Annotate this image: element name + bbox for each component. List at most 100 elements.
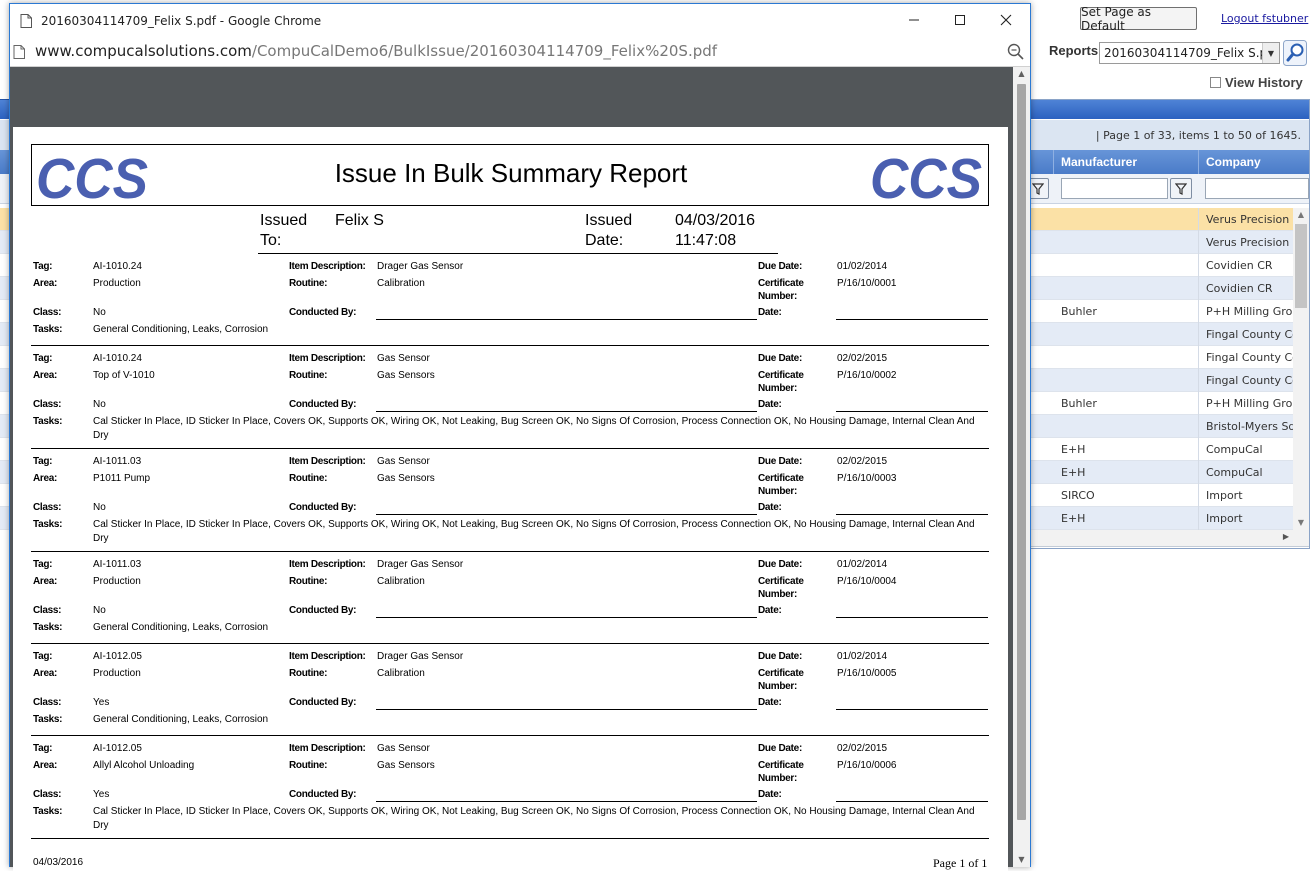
conducted-by-label: Conducted By: [289,307,357,318]
view-history-checkbox[interactable]: View History [1210,75,1303,90]
address-bar[interactable]: www.compucalsolutions.com/CompuCalDemo6/… [10,36,1030,67]
area-value: Production [93,576,141,587]
class-value: Yes [93,789,110,800]
routine-label: Routine: [289,370,328,381]
date-label: Date: [758,502,782,513]
footer-date: 04/03/2016 [33,857,84,868]
certificate-label: Certificate [758,576,804,587]
item-description-value: Drager Gas Sensor [377,651,464,662]
certificate-value: P/16/10/0005 [837,668,897,679]
document-icon [20,13,32,32]
item-description-label: Item Description: [289,651,366,662]
routine-label: Routine: [289,760,328,771]
tag-label: Tag: [33,743,53,754]
certificate-label: Certificate [758,760,804,771]
date-signature-line [836,411,988,412]
issued-block: Issued To: Felix S Issued Date: 04/03/20… [258,212,778,254]
class-label: Class: [33,307,62,318]
certificate-value: P/16/10/0006 [837,760,897,771]
tag-value: AI-1012.05 [93,651,142,662]
issued-time-value: 11:47:08 [675,232,737,249]
chevron-down-icon[interactable]: ▼ [1262,43,1279,63]
date-signature-line [836,801,988,802]
conducted-by-signature-line [376,411,757,412]
tasks-label: Tasks: [33,714,63,725]
close-button[interactable] [983,4,1029,36]
area-value: P1011 Pump [93,473,151,484]
routine-value: Calibration [377,576,425,587]
minimize-button[interactable] [891,4,937,36]
routine-value: Calibration [377,278,425,289]
pdf-vertical-scrollbar[interactable]: ▲ ▼ [1013,67,1030,867]
page-info-icon[interactable] [13,44,25,63]
report-record: Tag: AI-1011.03 Area: P1011 Pump Class: No Tas… [31,449,989,552]
due-date-label: Due Date: [758,559,802,570]
area-value: Allyl Alcohol Unloading [93,760,195,771]
window-titlebar[interactable]: 20160304114709_Felix S.pdf - Google Chro… [10,4,1030,36]
certificate-number-label: Number: [758,291,798,302]
scroll-thumb[interactable] [1017,84,1026,820]
conducted-by-signature-line [376,801,757,802]
issued-date-label: Issued [585,212,633,229]
date-signature-line [836,319,988,320]
date-label: Date: [758,605,782,616]
conducted-by-label: Conducted By: [289,399,357,410]
set-page-default-button[interactable]: Set Page as Default [1080,5,1197,33]
search-icon[interactable] [1283,40,1307,66]
issued-date-label-2: Date: [585,232,624,249]
due-date-value: 01/02/2014 [837,559,888,570]
report-record: Tag: AI-1010.24 Area: Top of V-1010 Class: No… [31,346,989,449]
issued-to-value: Felix S [335,212,384,229]
area-label: Area: [33,473,58,484]
class-value: No [93,307,106,318]
item-description-label: Item Description: [289,559,366,570]
url-text[interactable]: www.compucalsolutions.com/CompuCalDemo6/… [35,42,717,60]
tag-label: Tag: [33,559,53,570]
tasks-label: Tasks: [33,806,63,817]
logout-link[interactable]: Logout fstubner [1221,12,1308,25]
date-signature-line [836,514,988,515]
conducted-by-signature-line [376,709,757,710]
item-description-label: Item Description: [289,743,366,754]
area-label: Area: [33,576,58,587]
due-date-value: 01/02/2014 [837,261,888,272]
tasks-value: Cal Sticker In Place, ID Sticker In Plac… [93,806,975,831]
item-description-label: Item Description: [289,353,366,364]
chrome-popup-window: 20160304114709_Felix S.pdf - Google Chro… [9,3,1031,871]
grid-frame [1029,99,1310,549]
class-value: No [93,399,106,410]
checkbox-icon[interactable] [1210,77,1221,88]
tag-value: AI-1012.05 [93,743,142,754]
pdf-page: CCS Issue In Bulk Summary Report CCS Iss… [13,127,1008,871]
scroll-up-icon[interactable]: ▲ [1013,67,1030,81]
scroll-down-icon[interactable]: ▼ [1013,853,1030,867]
maximize-icon [955,15,965,25]
report-header: CCS Issue In Bulk Summary Report CCS [31,144,989,206]
reports-select[interactable]: 20160304114709_Felix S.pdf ▼ [1099,42,1280,64]
certificate-value: P/16/10/0001 [837,278,897,289]
zoom-icon[interactable] [1006,42,1026,62]
certificate-value: P/16/10/0002 [837,370,897,381]
certificate-label: Certificate [758,473,804,484]
item-description-label: Item Description: [289,456,366,467]
tasks-value: General Conditioning, Leaks, Corrosion [93,324,269,335]
ccs-logo-icon: CCS [870,148,982,204]
due-date-label: Due Date: [758,651,802,662]
tasks-label: Tasks: [33,416,63,427]
footer-page-number: Page 1 of 1 [933,856,988,870]
reports-selected-value: 20160304114709_Felix S.pdf [1104,46,1279,60]
maximize-button[interactable] [937,4,983,36]
routine-label: Routine: [289,668,328,679]
issued-to-label-2: To: [260,232,282,249]
date-label: Date: [758,307,782,318]
class-value: No [93,605,106,616]
report-record: Tag: AI-1011.03 Area: Production Class: No Tas… [31,552,989,644]
class-label: Class: [33,697,62,708]
pdf-viewer[interactable]: ▲ ▼ CCS Issue In Bulk Summary Report CCS… [10,67,1030,871]
area-label: Area: [33,278,58,289]
date-signature-line [836,709,988,710]
issued-date-value: 04/03/2016 [675,212,756,229]
tag-value: AI-1011.03 [93,559,142,570]
tasks-value: General Conditioning, Leaks, Corrosion [93,622,269,633]
class-label: Class: [33,399,62,410]
